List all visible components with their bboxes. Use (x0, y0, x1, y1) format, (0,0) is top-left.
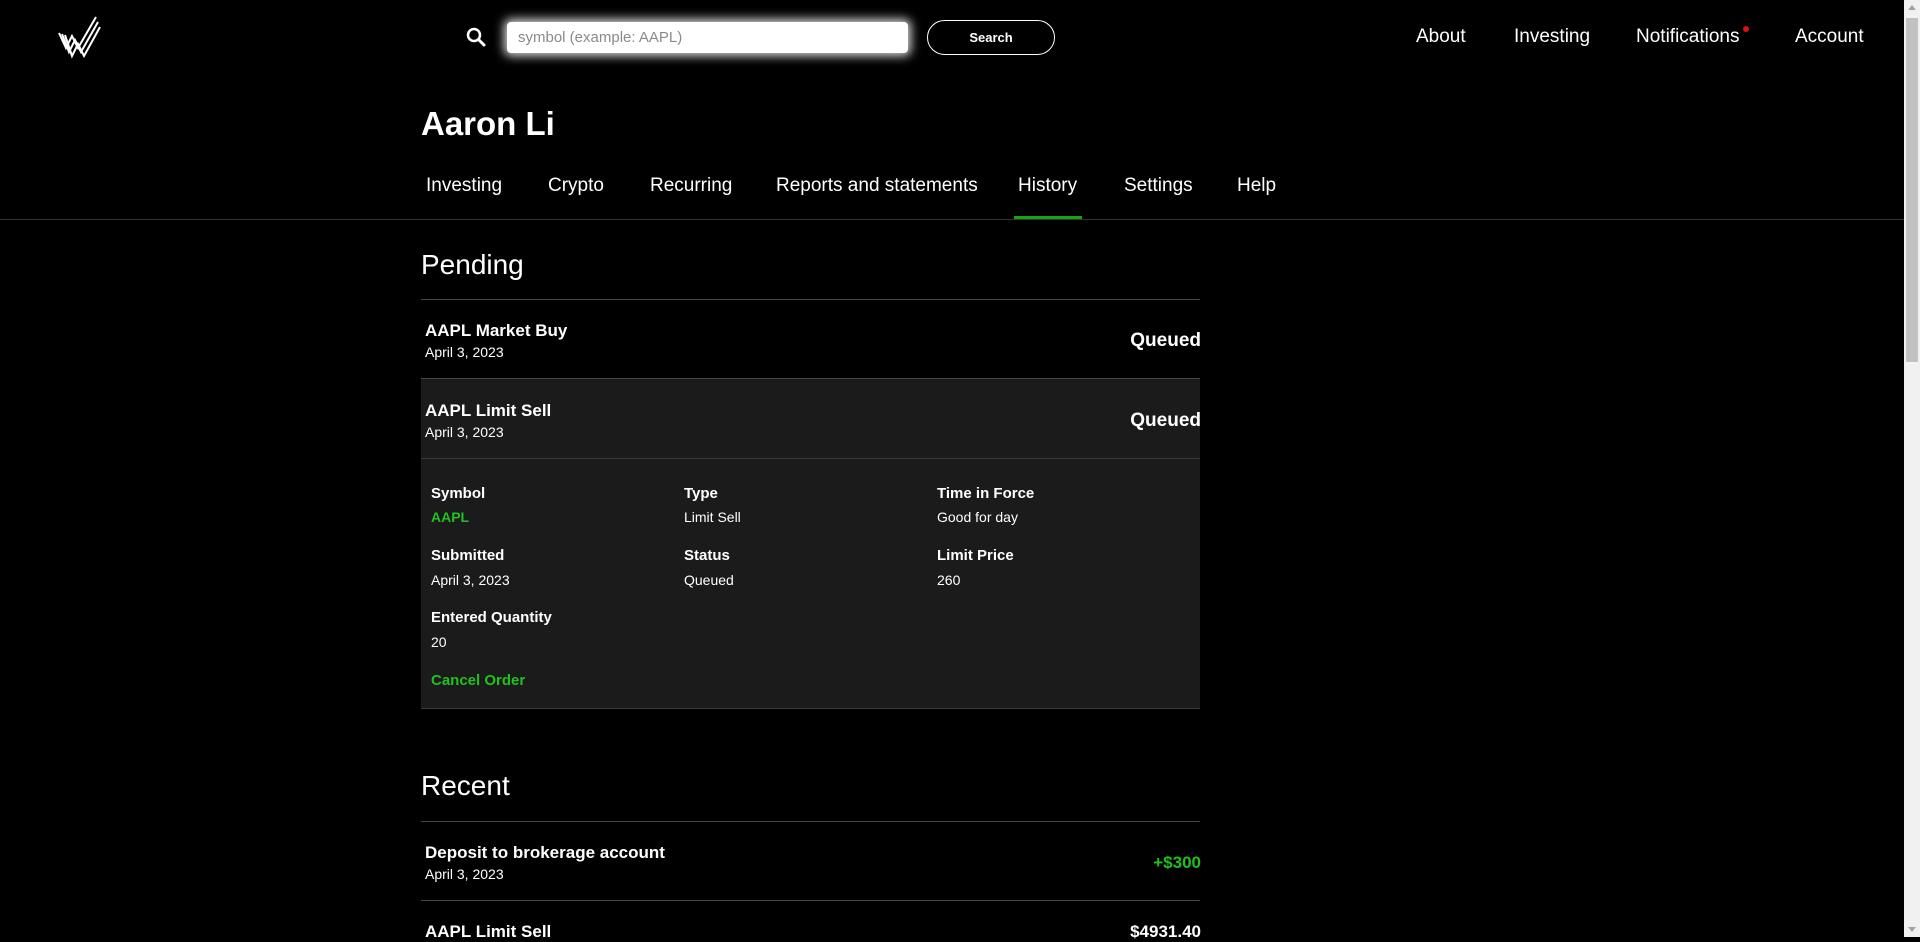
scroll-up-icon[interactable] (1904, 0, 1920, 16)
type-value: Limit Sell (684, 509, 741, 525)
entered-quantity-value: 20 (431, 634, 447, 650)
submitted-value: April 3, 2023 (431, 572, 510, 588)
time-in-force-value: Good for day (937, 509, 1018, 525)
notification-dot (1743, 26, 1749, 32)
nav-investing[interactable]: Investing (1514, 26, 1590, 48)
row-title: AAPL Limit Sell (425, 922, 552, 941)
tab-settings[interactable]: Settings (1124, 174, 1193, 198)
tab-help[interactable]: Help (1237, 174, 1276, 198)
entered-quantity-label: Entered Quantity (431, 609, 552, 626)
tab-investing[interactable]: Investing (426, 174, 502, 198)
tab-reports-and-statements[interactable]: Reports and statements (776, 174, 978, 198)
expanded-order-panel (421, 379, 1200, 709)
page-title: Aaron Li (421, 105, 555, 142)
nav-account[interactable]: Account (1795, 26, 1864, 48)
divider (421, 299, 1200, 300)
amount-label: $4931.40 (1130, 922, 1201, 941)
search-icon[interactable] (464, 25, 488, 49)
pending-heading: Pending (421, 249, 524, 280)
type-label: Type (684, 485, 718, 502)
cancel-order-link[interactable]: Cancel Order (431, 672, 525, 689)
w-logo-icon[interactable] (56, 14, 102, 60)
scroll-down-icon[interactable] (1904, 921, 1920, 937)
row-date: April 3, 2023 (425, 866, 504, 882)
row-date: April 3, 2023 (425, 424, 504, 440)
symbol-label: Symbol (431, 485, 486, 502)
divider (421, 900, 1200, 901)
status-label: Queued (1130, 330, 1201, 351)
divider (421, 821, 1200, 822)
row-title: AAPL Market Buy (425, 321, 568, 340)
limit-price-label: Limit Price (937, 547, 1014, 564)
tab-crypto[interactable]: Crypto (548, 174, 604, 198)
search-input[interactable] (507, 22, 908, 53)
divider (421, 458, 1200, 459)
scrollbar-thumb[interactable] (1906, 18, 1918, 362)
symbol-link[interactable]: AAPL (431, 508, 469, 526)
time-in-force-label: Time in Force (937, 485, 1035, 502)
amount-label: +$300 (1153, 853, 1201, 872)
tab-recurring[interactable]: Recurring (650, 174, 732, 198)
status-field-label: Status (684, 547, 730, 564)
row-date: April 3, 2023 (425, 344, 504, 360)
recent-heading: Recent (421, 770, 510, 801)
row-title: AAPL Limit Sell (425, 401, 552, 420)
submitted-label: Submitted (431, 547, 505, 564)
header-divider (0, 219, 1904, 220)
top-bar: Search About Investing Notifications Acc… (0, 0, 1904, 76)
nav-notifications[interactable]: Notifications (1636, 26, 1740, 48)
nav-about[interactable]: About (1416, 26, 1466, 48)
search-button[interactable]: Search (927, 20, 1055, 55)
row-title: Deposit to brokerage account (425, 843, 665, 862)
status-field-value: Queued (684, 572, 734, 588)
limit-price-value: 260 (937, 572, 961, 588)
tab-history[interactable]: History (1018, 174, 1077, 198)
status-label: Queued (1130, 410, 1201, 431)
